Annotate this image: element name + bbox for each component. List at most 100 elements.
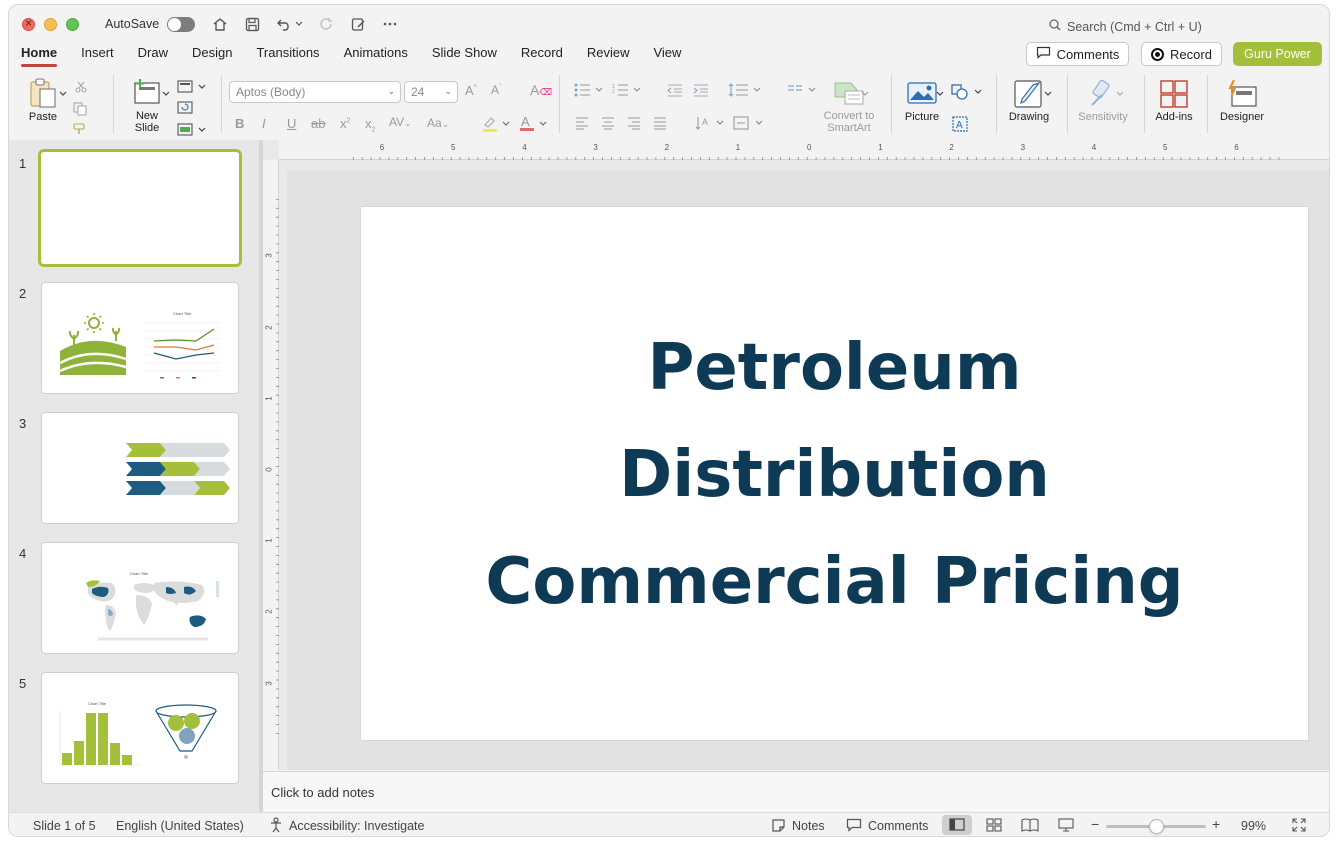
font-name-select[interactable]: Aptos (Body) ⌄ xyxy=(229,81,401,103)
align-left-icon[interactable] xyxy=(575,117,589,130)
italic-icon[interactable]: I xyxy=(262,116,266,131)
increase-indent-icon[interactable] xyxy=(693,83,709,97)
zoom-slider-thumb[interactable] xyxy=(1149,819,1164,834)
undo-dropdown-icon[interactable] xyxy=(295,15,303,33)
text-box-icon[interactable]: A xyxy=(952,116,968,132)
slide-thumbnail-4[interactable]: Chart Title xyxy=(41,542,239,654)
slide-title[interactable]: Petroleum Distribution Commercial Pricin… xyxy=(361,315,1308,636)
subscript-icon[interactable]: x2 xyxy=(365,116,375,134)
tab-review[interactable]: Review xyxy=(575,43,642,69)
align-right-icon[interactable] xyxy=(627,117,641,130)
zoom-in-icon[interactable]: + xyxy=(1212,816,1220,832)
zoom-slider[interactable] xyxy=(1106,819,1206,834)
accessibility-status[interactable]: Accessibility: Investigate xyxy=(289,819,424,833)
align-center-icon[interactable] xyxy=(601,117,615,130)
tab-home[interactable]: Home xyxy=(9,43,69,69)
line-spacing-icon[interactable] xyxy=(728,82,764,98)
cut-icon[interactable] xyxy=(75,81,87,93)
search-box[interactable]: Search (Cmd + Ctrl + U) xyxy=(1049,19,1202,34)
paste-dropdown-icon[interactable] xyxy=(59,91,67,97)
slide-thumbnail-3[interactable] xyxy=(41,412,239,524)
zoom-window-button[interactable] xyxy=(66,17,79,31)
more-options-icon[interactable] xyxy=(381,15,399,33)
underline-icon[interactable]: U xyxy=(287,116,296,131)
slide-thumbnail-2[interactable]: Chart Title xyxy=(41,282,239,394)
add-ins-button[interactable]: Add-ins xyxy=(1151,79,1197,123)
layout-icon[interactable] xyxy=(177,80,207,94)
record-button[interactable]: Record xyxy=(1141,42,1222,66)
font-size-select[interactable]: 24 ⌄ xyxy=(404,81,458,103)
accessibility-icon[interactable] xyxy=(268,817,284,836)
text-direction-icon[interactable]: A xyxy=(695,115,727,131)
designer-button[interactable]: Designer xyxy=(1215,79,1269,123)
drawing-dropdown-icon[interactable] xyxy=(1044,91,1052,97)
comments-button[interactable]: Comments xyxy=(1026,42,1129,66)
clear-formatting-icon[interactable]: A⌫ xyxy=(530,82,552,98)
close-window-button[interactable] xyxy=(22,16,35,31)
tab-record[interactable]: Record xyxy=(509,43,575,69)
slide-thumbnail-5[interactable]: Chart Title xyxy=(41,672,239,784)
tab-view[interactable]: View xyxy=(641,43,693,69)
tab-design[interactable]: Design xyxy=(180,43,244,69)
redo-icon[interactable] xyxy=(317,15,335,33)
bullets-icon[interactable] xyxy=(574,83,606,97)
convert-smartart-button[interactable]: Convert to SmartArt xyxy=(815,79,883,134)
format-painter-icon[interactable] xyxy=(73,123,89,135)
character-spacing-icon[interactable]: AV⌄ xyxy=(389,115,412,129)
section-icon[interactable] xyxy=(177,123,207,137)
bold-icon[interactable]: B xyxy=(235,116,244,131)
normal-view-button[interactable] xyxy=(942,815,972,835)
autosave-toggle[interactable] xyxy=(167,16,196,32)
comment-icon[interactable] xyxy=(846,818,862,835)
save-icon[interactable] xyxy=(243,15,261,33)
zoom-level[interactable]: 99% xyxy=(1241,819,1266,833)
new-slide-dropdown-icon[interactable] xyxy=(162,91,170,97)
guru-power-button[interactable]: Guru Power xyxy=(1233,42,1322,66)
decrease-font-size-icon[interactable]: Aˇ xyxy=(491,83,501,97)
minimize-window-button[interactable] xyxy=(44,17,57,31)
picture-dropdown-icon[interactable] xyxy=(936,91,944,97)
sensitivity-button[interactable]: Sensitivity xyxy=(1075,79,1131,123)
notes-toggle[interactable]: Notes xyxy=(792,819,825,833)
tab-draw[interactable]: Draw xyxy=(126,43,180,69)
change-case-icon[interactable]: Aa⌄ xyxy=(427,116,449,130)
justify-icon[interactable] xyxy=(653,117,667,130)
sensitivity-dropdown-icon[interactable] xyxy=(1116,91,1124,97)
undo-icon[interactable] xyxy=(275,15,293,33)
zoom-out-icon[interactable]: − xyxy=(1091,816,1099,832)
paste-button[interactable]: Paste xyxy=(21,77,65,123)
superscript-icon[interactable]: x2 xyxy=(340,116,350,131)
slide-sorter-icon[interactable] xyxy=(986,818,1002,835)
font-color-icon[interactable]: A xyxy=(518,114,548,133)
svg-text:A: A xyxy=(956,120,963,131)
highlight-color-icon[interactable] xyxy=(481,115,511,133)
slide-show-icon[interactable] xyxy=(1058,818,1074,835)
reading-view-icon[interactable] xyxy=(1021,818,1039,835)
language-indicator[interactable]: English (United States) xyxy=(116,819,244,833)
copy-icon[interactable] xyxy=(73,102,89,116)
smartart-dropdown-icon[interactable] xyxy=(861,91,869,97)
current-slide[interactable]: Petroleum Distribution Commercial Pricin… xyxy=(361,207,1308,740)
tab-slide-show[interactable]: Slide Show xyxy=(420,43,509,69)
tab-transitions[interactable]: Transitions xyxy=(244,43,331,69)
strikethrough-icon[interactable]: ab xyxy=(311,116,325,131)
numbering-icon[interactable]: 12 xyxy=(612,83,644,97)
shapes-icon[interactable] xyxy=(951,83,985,101)
drawing-button[interactable]: Drawing xyxy=(1005,79,1053,123)
notes-pane[interactable]: Click to add notes xyxy=(263,771,1329,811)
tab-insert[interactable]: Insert xyxy=(69,43,126,69)
home-icon[interactable] xyxy=(211,15,229,33)
reset-icon[interactable] xyxy=(177,101,195,115)
picture-button[interactable]: Picture xyxy=(900,81,944,123)
customize-toolbar-icon[interactable] xyxy=(349,15,367,33)
slide-thumbnail-1[interactable] xyxy=(38,149,242,267)
tab-animations[interactable]: Animations xyxy=(332,43,420,69)
fit-to-window-icon[interactable] xyxy=(1292,818,1306,835)
new-slide-button[interactable]: New Slide xyxy=(123,77,171,134)
decrease-indent-icon[interactable] xyxy=(667,83,683,97)
comments-toggle[interactable]: Comments xyxy=(868,819,928,833)
align-text-icon[interactable] xyxy=(732,115,766,131)
increase-font-size-icon[interactable]: A^ xyxy=(465,83,477,98)
notes-icon[interactable] xyxy=(771,818,786,835)
add-ins-icon xyxy=(1160,80,1188,108)
